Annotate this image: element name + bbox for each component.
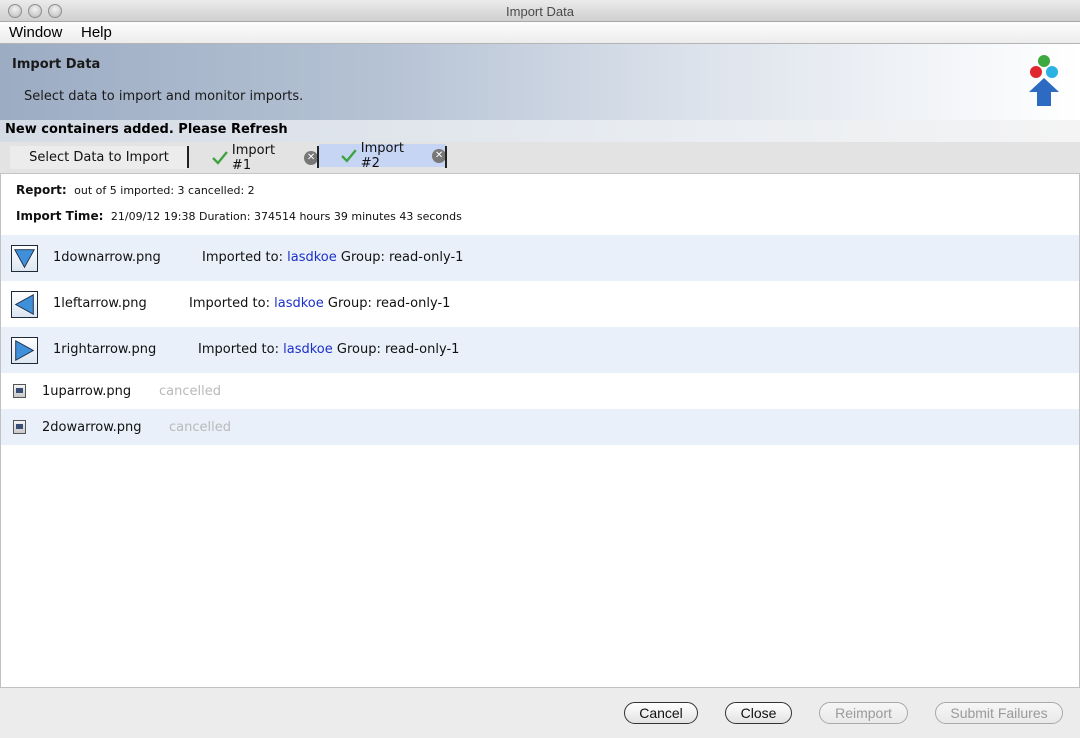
imported-to-label: Imported to: [202,250,283,265]
submit-failures-button[interactable]: Submit Failures [935,702,1063,724]
dataset-link[interactable]: lasdkoe [283,342,333,357]
close-tab-icon[interactable]: ✕ [432,148,447,163]
right-arrow-icon [11,337,38,364]
title-bar[interactable]: Import Data [0,0,1080,22]
check-icon [341,148,357,163]
import-time-value: 21/09/12 19:38 Duration: 374514 hours 39… [110,210,462,223]
reimport-button[interactable]: Reimport [819,702,908,724]
report-label: Report: [16,183,67,197]
file-list: 1downarrow.png Imported to: lasdkoe Grou… [1,235,1079,445]
import-result: Imported to: lasdkoe Group: read-only-1 [189,296,450,311]
list-item[interactable]: 1rightarrow.png Imported to: lasdkoe Gro… [1,327,1079,373]
import-report-panel: Report: out of 5 imported: 3 cancelled: … [0,174,1080,688]
cancelled-status: cancelled [159,384,221,399]
import-result: Imported to: lasdkoe Group: read-only-1 [198,342,459,357]
header-title: Import Data [12,57,101,72]
list-item[interactable]: 2dowarrow.png cancelled [1,409,1079,445]
tab-import-2[interactable]: Import #2 ✕ [319,141,447,171]
list-item[interactable]: 1uparrow.png cancelled [1,373,1079,409]
close-button[interactable]: Close [725,702,792,724]
group-text: Group: read-only-1 [336,342,460,357]
file-name: 1rightarrow.png [53,342,157,357]
list-item[interactable]: 1leftarrow.png Imported to: lasdkoe Grou… [1,281,1079,327]
import-time-label: Import Time: [16,209,104,223]
tab-import-2-label: Import #2 [360,140,404,171]
cancelled-status: cancelled [169,420,231,435]
report-value: out of 5 imported: 3 cancelled: 2 [74,184,255,197]
header-subtitle: Select data to import and monitor import… [24,89,304,104]
menu-help[interactable]: Help [81,24,112,41]
file-name: 1downarrow.png [53,250,161,265]
header-banner: Import Data Select data to import and mo… [0,44,1080,120]
image-file-icon [13,420,26,434]
dataset-link[interactable]: lasdkoe [287,250,337,265]
tab-select-data-label: Select Data to Import [29,150,169,165]
file-name: 2dowarrow.png [42,420,142,435]
cancel-button[interactable]: Cancel [624,702,698,724]
close-tab-icon[interactable]: ✕ [304,150,318,165]
list-item[interactable]: 1downarrow.png Imported to: lasdkoe Grou… [1,235,1079,281]
tab-import-1[interactable]: Import #1 ✕ [212,143,318,173]
dataset-link[interactable]: lasdkoe [274,296,324,311]
file-name: 1uparrow.png [42,384,132,399]
check-icon [212,150,228,165]
image-file-icon [13,384,26,398]
imported-to-label: Imported to: [189,296,270,311]
menu-bar: Window Help [0,22,1080,44]
group-text: Group: read-only-1 [340,250,464,265]
import-logo-icon [1029,55,1059,106]
notice-text: New containers added. Please Refresh [5,122,288,137]
down-arrow-icon [11,245,38,272]
menu-window[interactable]: Window [9,24,62,41]
import-time: Import Time: 21/09/12 19:38 Duration: 37… [16,209,462,223]
tab-import-1-label: Import #1 [231,142,276,173]
left-arrow-icon [11,291,38,318]
tab-strip: Select Data to Import Import #1 ✕ Import… [0,141,1080,174]
import-result: Imported to: lasdkoe Group: read-only-1 [202,250,463,265]
tab-divider [445,146,447,168]
tab-divider [187,146,189,168]
report-summary: Report: out of 5 imported: 3 cancelled: … [16,183,255,197]
group-text: Group: read-only-1 [327,296,451,311]
imported-to-label: Imported to: [198,342,279,357]
file-name: 1leftarrow.png [53,296,147,311]
refresh-notice: New containers added. Please Refresh [0,120,1080,142]
window-title: Import Data [506,4,574,19]
import-data-window: Import Data Window Help Import Data Sele… [0,0,1080,738]
tab-select-data[interactable]: Select Data to Import [10,146,188,169]
